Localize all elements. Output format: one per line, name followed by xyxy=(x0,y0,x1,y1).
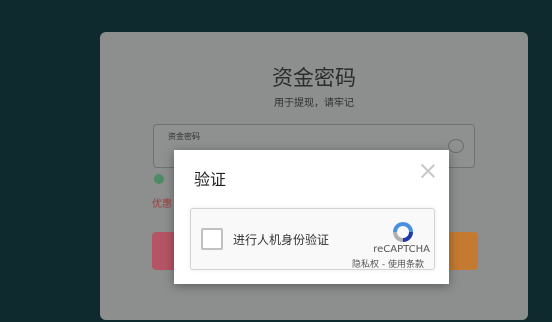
eye-icon[interactable] xyxy=(448,139,464,153)
privacy-link[interactable]: 隐私权 xyxy=(352,260,379,270)
recaptcha-label: 进行人机身份验证 xyxy=(233,233,330,247)
fund-password-label: 资金密码 xyxy=(168,132,200,141)
background-button-left xyxy=(152,232,174,270)
promo-text: 优惠 xyxy=(152,199,172,210)
background-button-right xyxy=(450,232,478,270)
recaptcha-logo-icon xyxy=(393,222,413,242)
page-title: 资金密码 xyxy=(272,66,356,90)
recaptcha-links: 隐私权 - 使用条款 xyxy=(352,257,424,270)
recaptcha-checkbox[interactable] xyxy=(201,228,223,250)
terms-link[interactable]: 使用条款 xyxy=(388,260,424,270)
links-separator: - xyxy=(379,260,388,270)
recaptcha-widget: 进行人机身份验证 reCAPTCHA 隐私权 - 使用条款 xyxy=(190,208,435,270)
recaptcha-brand: reCAPTCHA xyxy=(373,244,430,255)
close-icon[interactable] xyxy=(419,162,437,180)
verification-dialog: 验证 进行人机身份验证 reCAPTCHA 隐私权 - 使用条款 xyxy=(174,150,449,284)
check-icon xyxy=(154,174,164,184)
page-subtitle: 用于提现，请牢记 xyxy=(274,98,354,109)
dialog-title: 验证 xyxy=(194,170,227,189)
